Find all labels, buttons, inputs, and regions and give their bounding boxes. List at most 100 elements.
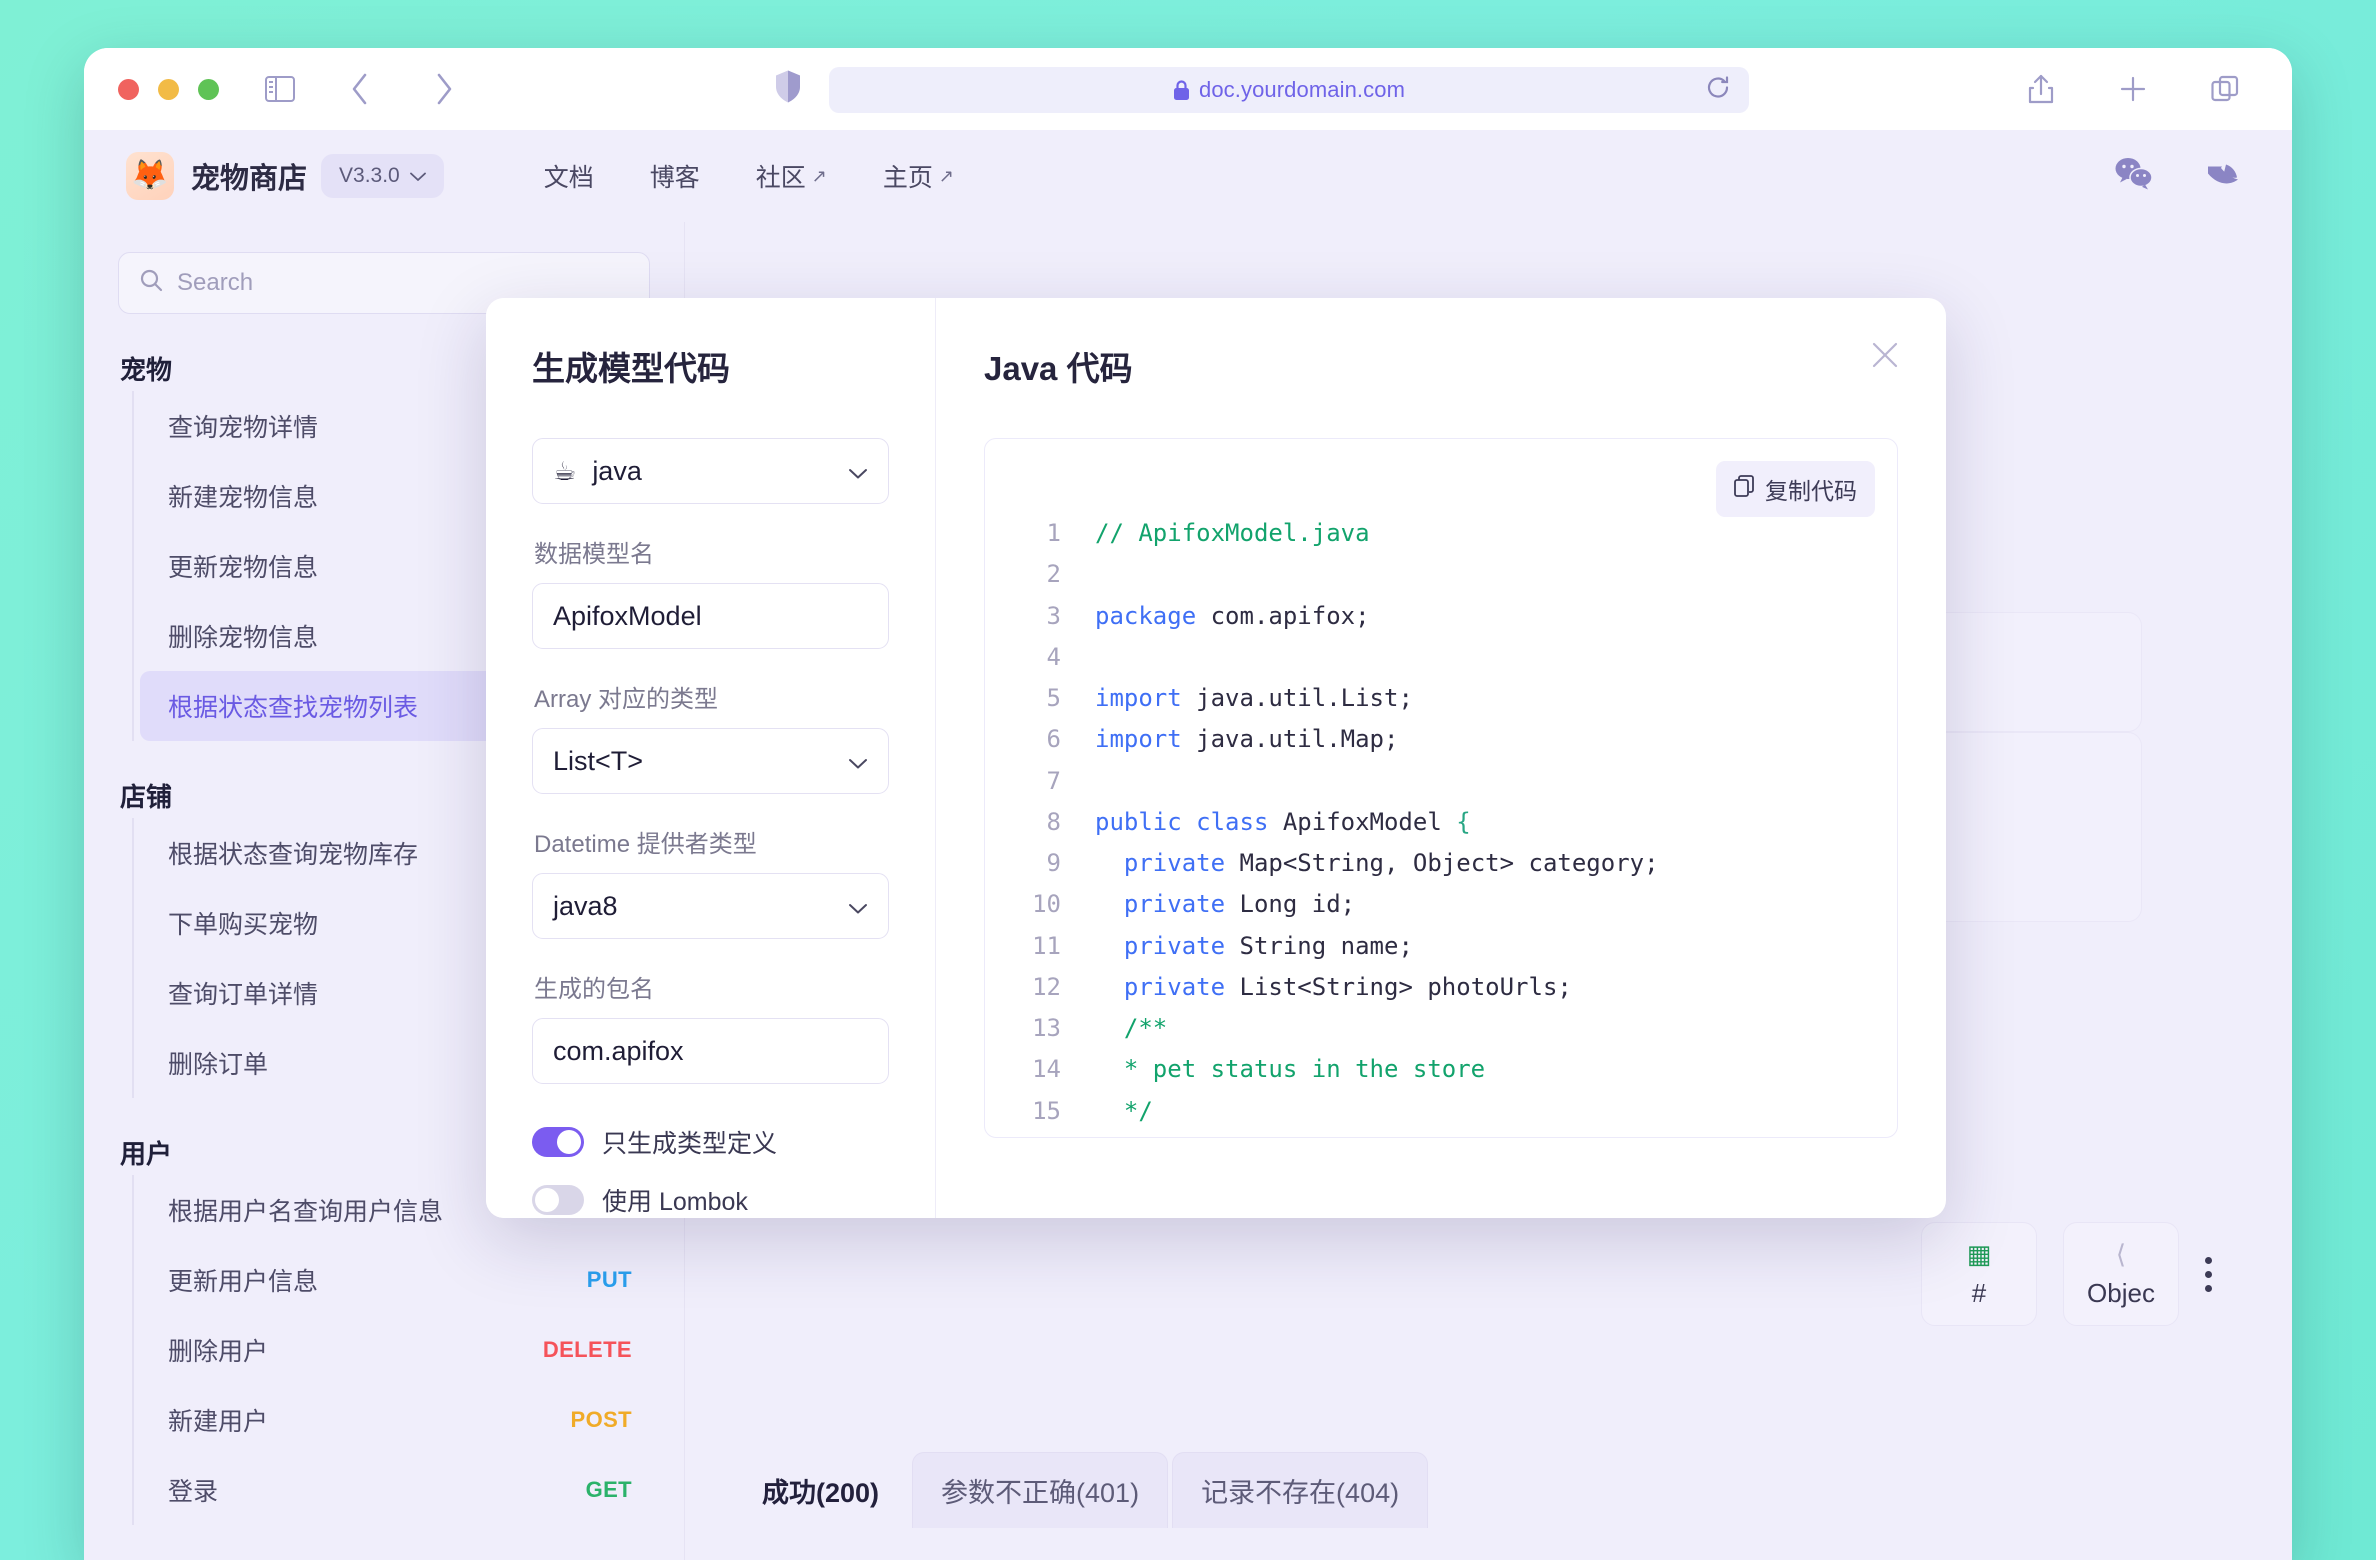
code-viewer[interactable]: 1// ApifoxModel.java2 3package com.apifo… [985, 439, 1897, 1138]
tab-label: 成功(200) [762, 1478, 879, 1508]
sidebar-item-user-create[interactable]: 新建用户POST [140, 1385, 650, 1455]
sidebar-item-user-login[interactable]: 登录GET [140, 1455, 650, 1525]
modal-options-panel: 生成模型代码 ☕ java 数据模型名 ApifoxModel Array 对应… [486, 298, 936, 1218]
method-badge: GET [586, 1477, 632, 1503]
schema-type-chips: ▦ # ⟨ Objec [1921, 1222, 2212, 1326]
nav-item-docs[interactable]: 文档 [544, 158, 594, 194]
code-line: 1// ApifoxModel.java [985, 513, 1897, 554]
minimize-window-button[interactable] [158, 79, 179, 100]
copy-code-label: 复制代码 [1765, 472, 1857, 506]
use-lombok-label: 使用 Lombok [602, 1182, 748, 1218]
code-line-content: * pet status in the store [1095, 1049, 1485, 1090]
window-traffic-lights [118, 79, 219, 100]
type-chip-label: # [1972, 1278, 1986, 1309]
code-line: 4 [985, 637, 1897, 678]
lock-icon [1173, 80, 1190, 101]
close-icon[interactable] [1868, 338, 1902, 379]
code-line: 2 [985, 554, 1897, 595]
share-icon[interactable] [2018, 66, 2064, 112]
package-name-input[interactable]: com.apifox [532, 1018, 889, 1084]
hash-icon: ▦ [1967, 1239, 1992, 1270]
code-line: 5import java.util.List; [985, 678, 1897, 719]
datetime-provider-select[interactable]: java8 [532, 873, 889, 939]
brand[interactable]: 🦊 宠物商店 [126, 152, 307, 200]
use-lombok-toggle[interactable] [532, 1185, 584, 1215]
sidebar-item-user-update[interactable]: 更新用户信息PUT [140, 1245, 650, 1315]
copy-code-button[interactable]: 复制代码 [1716, 461, 1875, 517]
language-select[interactable]: ☕ java [532, 438, 889, 504]
sidebar-item-label: 新建用户 [168, 1402, 268, 1438]
modal-title: 生成模型代码 [532, 342, 889, 390]
code-line-number: 16 [985, 1132, 1095, 1138]
only-type-definitions-toggle[interactable] [532, 1127, 584, 1157]
version-selector[interactable]: V3.3.0 [321, 154, 444, 198]
code-line-number: 14 [985, 1049, 1095, 1090]
forward-icon[interactable] [421, 66, 467, 112]
chevron-down-icon [848, 456, 868, 487]
model-name-input[interactable]: ApifoxModel [532, 583, 889, 649]
more-vertical-icon[interactable] [2205, 1257, 2212, 1292]
copy-tabs-icon[interactable] [2202, 66, 2248, 112]
sidebar-item-label: 下单购买宠物 [168, 905, 318, 941]
only-type-definitions-row[interactable]: 只生成类型定义 [532, 1124, 889, 1160]
code-line: 12 private List<String> photoUrls; [985, 967, 1897, 1008]
code-line-number: 9 [985, 843, 1095, 884]
tab-response-404[interactable]: 记录不存在(404) [1172, 1452, 1428, 1528]
modal-code-panel: Java 代码 复制代码 1// ApifoxModel.java2 3pack… [936, 298, 1946, 1218]
type-chip-number[interactable]: ▦ # [1921, 1222, 2037, 1326]
sidebar-item-label: 删除用户 [168, 1332, 268, 1368]
method-badge: PUT [587, 1267, 632, 1293]
code-line-number: 1 [985, 513, 1095, 554]
brackets-icon: ⟨ [2116, 1239, 2126, 1270]
code-line: 3package com.apifox; [985, 596, 1897, 637]
back-icon[interactable] [337, 66, 383, 112]
browser-right-actions [2018, 66, 2248, 112]
package-name-value: com.apifox [553, 1036, 684, 1067]
address-bar[interactable]: doc.yourdomain.com [829, 67, 1749, 113]
external-link-icon: ↗ [812, 166, 827, 187]
code-line-number: 8 [985, 802, 1095, 843]
array-type-select[interactable]: List<T> [532, 728, 889, 794]
browser-window: doc.yourdomain.com 🦊 宠物商店 V3.3.0 [84, 48, 2292, 1560]
code-line-content: private List<String> photoUrls; [1095, 967, 1572, 1008]
code-line-content: package com.apifox; [1095, 596, 1370, 637]
nav-item-community[interactable]: 社区↗ [756, 158, 827, 194]
code-line-number: 15 [985, 1091, 1095, 1132]
close-window-button[interactable] [118, 79, 139, 100]
maximize-window-button[interactable] [198, 79, 219, 100]
tab-response-200[interactable]: 成功(200) [733, 1452, 908, 1528]
reload-icon[interactable] [1705, 75, 1731, 106]
browser-chrome-bar: doc.yourdomain.com [84, 48, 2292, 130]
code-line-content: private Long id; [1095, 884, 1355, 925]
wechat-icon[interactable] [2114, 157, 2154, 196]
nav-label: 文档 [544, 158, 594, 194]
type-chip-object[interactable]: ⟨ Objec [2063, 1222, 2179, 1326]
code-line: 13 /** [985, 1008, 1897, 1049]
code-line-number: 11 [985, 926, 1095, 967]
code-line-number: 10 [985, 884, 1095, 925]
response-body: 操作成功 HTTP 状态码：200 内容格式：JSON [733, 1528, 2244, 1560]
code-line-number: 6 [985, 719, 1095, 760]
code-line-number: 2 [985, 554, 1095, 595]
feishu-icon[interactable] [2204, 157, 2240, 196]
external-link-icon: ↗ [939, 166, 954, 187]
code-line-content: // ApifoxModel.java [1095, 513, 1370, 554]
model-name-label: 数据模型名 [534, 534, 889, 569]
nav-item-home[interactable]: 主页 ↗ [883, 158, 954, 194]
plus-icon[interactable] [2110, 66, 2156, 112]
sidebar-item-label: 根据状态查询宠物库存 [168, 835, 418, 871]
sidebar-item-user-delete[interactable]: 删除用户DELETE [140, 1315, 650, 1385]
code-panel-title: Java 代码 [984, 342, 1898, 390]
code-line-number: 7 [985, 761, 1095, 802]
use-lombok-row[interactable]: 使用 Lombok [532, 1182, 889, 1218]
only-type-definitions-label: 只生成类型定义 [602, 1124, 777, 1160]
nav-label: 主页 [883, 158, 933, 194]
privacy-shield-icon[interactable] [774, 70, 802, 109]
nav-item-blog[interactable]: 博客 [650, 158, 700, 194]
code-line-content [1095, 637, 1109, 678]
sidebar-toggle-icon[interactable] [257, 66, 303, 112]
tab-response-401[interactable]: 参数不正确(401) [912, 1452, 1168, 1528]
language-select-value: java [592, 456, 642, 487]
chevron-down-icon [410, 164, 426, 188]
model-name-value: ApifoxModel [553, 601, 702, 632]
